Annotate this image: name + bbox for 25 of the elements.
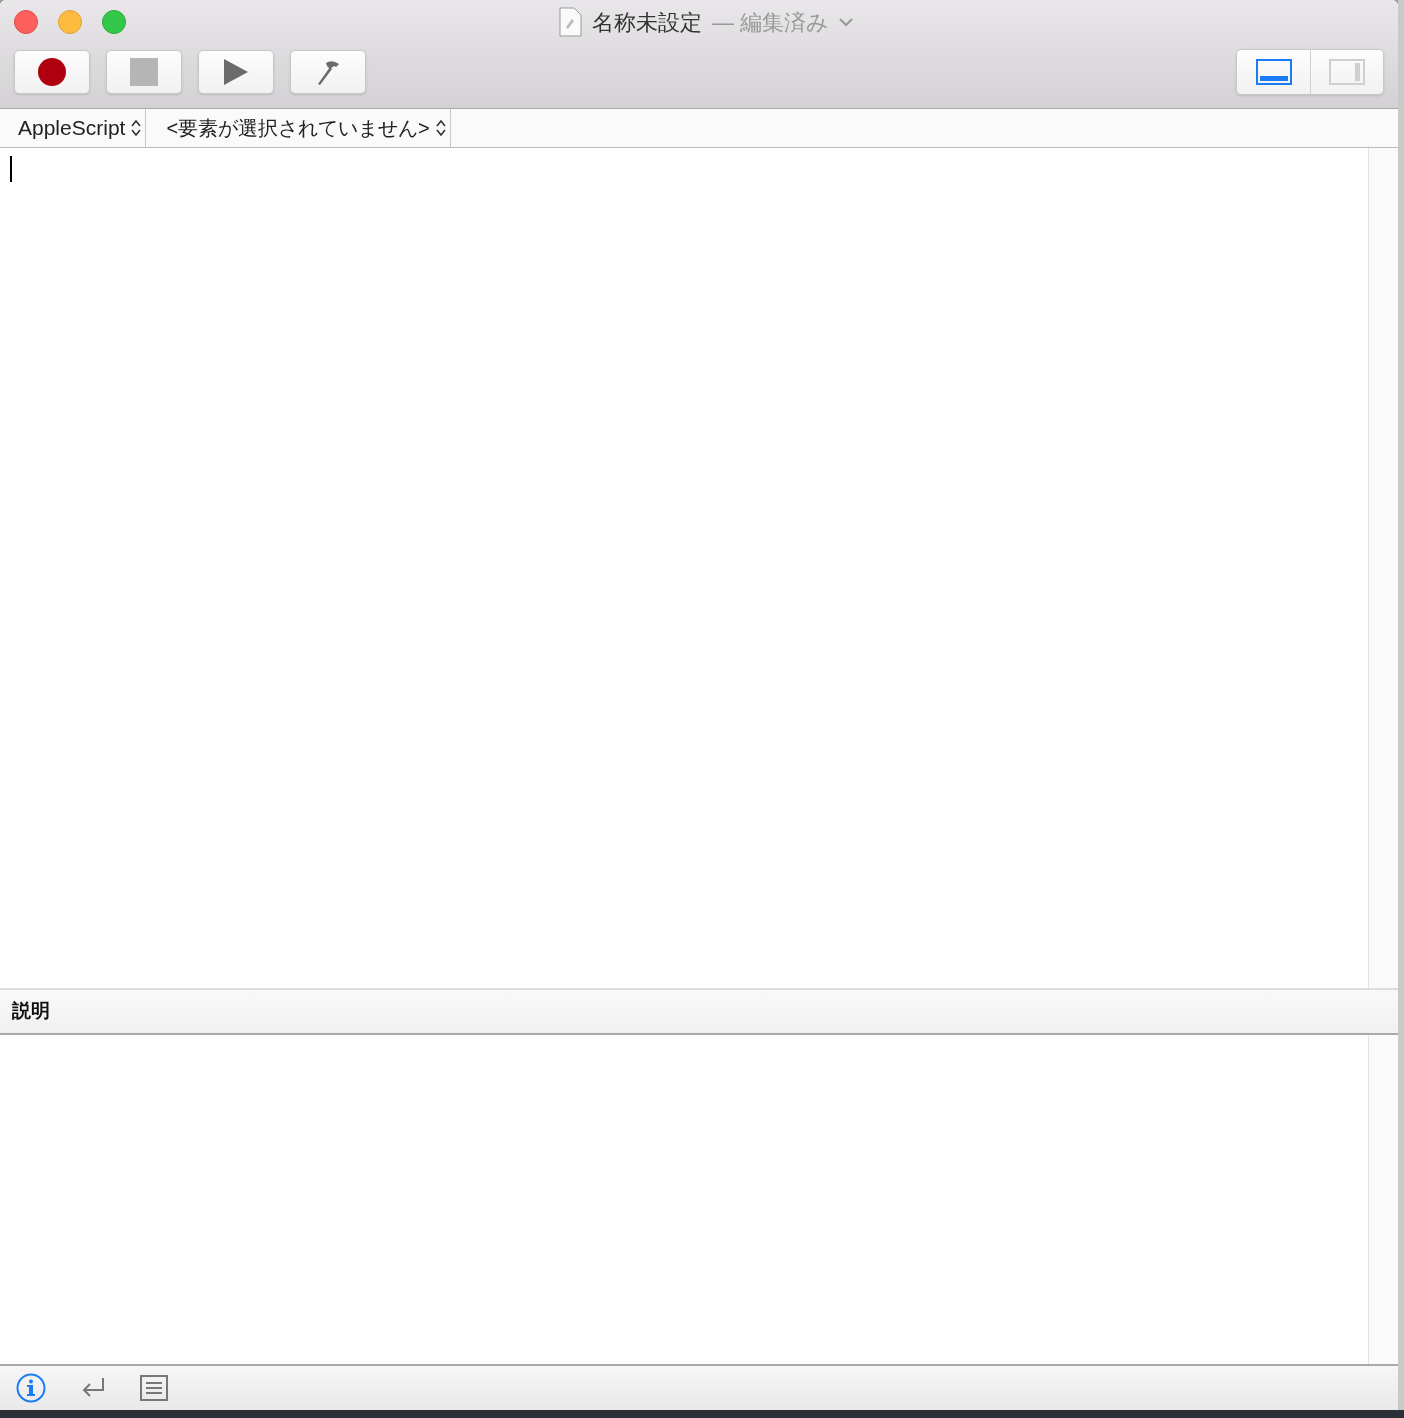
text-cursor xyxy=(10,156,12,182)
list-icon xyxy=(140,1375,168,1401)
element-popup[interactable]: <要素が選択されていません> xyxy=(146,109,451,147)
updown-icon xyxy=(131,118,142,138)
edited-status: — 編集済み xyxy=(712,8,830,37)
side-panel-icon xyxy=(1329,59,1365,85)
list-tab[interactable] xyxy=(140,1375,168,1401)
info-tab[interactable] xyxy=(16,1373,46,1403)
chevron-down-icon xyxy=(839,17,854,27)
run-button[interactable] xyxy=(198,50,274,94)
record-button[interactable] xyxy=(14,50,90,94)
document-icon xyxy=(558,7,582,37)
description-title: 説明 xyxy=(12,999,50,1024)
stop-button[interactable] xyxy=(106,50,182,94)
compile-button[interactable] xyxy=(290,50,366,94)
bottom-panel-icon xyxy=(1255,59,1292,85)
info-icon xyxy=(16,1373,46,1403)
language-popup[interactable]: AppleScript xyxy=(0,109,147,147)
close-button[interactable] xyxy=(14,10,38,34)
window-title: 名称未設定 xyxy=(592,8,702,37)
updown-icon xyxy=(435,118,446,138)
play-icon xyxy=(224,59,248,85)
zoom-button[interactable] xyxy=(102,10,126,34)
record-icon xyxy=(37,57,67,87)
stop-icon xyxy=(130,58,158,86)
